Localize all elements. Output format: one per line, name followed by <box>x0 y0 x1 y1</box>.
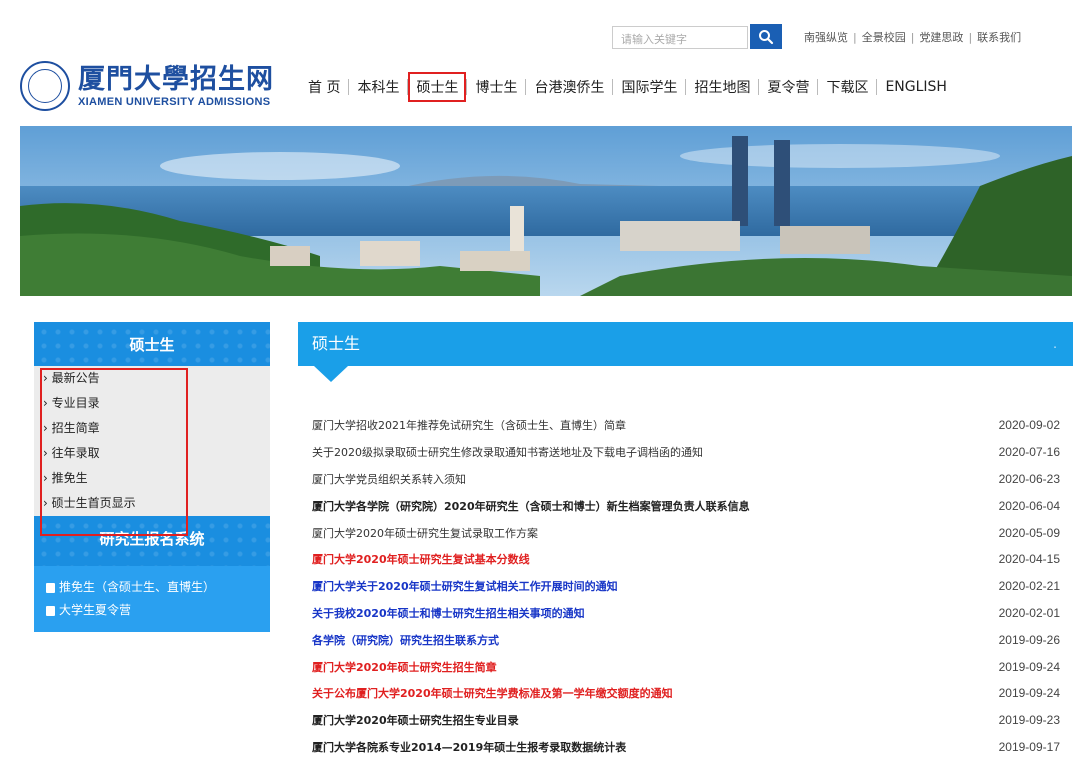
divider: | <box>968 31 973 44</box>
sidebar-menu: › 最新公告 › 专业目录 › 招生简章 › 往年录取 › 推免生 › 硕士生首… <box>34 366 270 536</box>
top-utility-bar: 请输入关键字 南强纵览 | 全景校园 | 党建思政 | 联系我们 <box>0 24 1080 50</box>
news-date: 2019-09-24 <box>998 686 1060 701</box>
news-row[interactable]: 厦门大学招收2021年推荐免试研究生（含硕士生、直博生）简章 2020-09-02 <box>312 412 1060 439</box>
nav-hk-macao-taiwan[interactable]: 台港澳侨生 <box>526 77 612 97</box>
quicklinks: 南强纵览 | 全景校园 | 党建思政 | 联系我们 <box>804 29 1021 45</box>
quicklink-party[interactable]: 党建思政 <box>919 31 963 44</box>
sidebar-title: 硕士生 <box>34 322 270 366</box>
news-date: 2020-09-02 <box>998 418 1060 433</box>
registration-links: 推免生（含硕士生、直博生） 大学生夏令营 <box>34 566 270 632</box>
highlight-box <box>40 368 188 536</box>
divider: | <box>910 31 915 44</box>
news-date: 2019-09-26 <box>998 632 1060 647</box>
news-date: 2020-06-23 <box>998 471 1060 486</box>
nav-international[interactable]: 国际学生 <box>613 77 685 97</box>
news-title-link[interactable]: 厦门大学招收2021年推荐免试研究生（含硕士生、直博生）简章 <box>312 417 626 433</box>
news-title-link[interactable]: 厦门大学各院系专业2014—2019年硕士生报考录取数据统计表 <box>312 739 626 755</box>
news-list: 厦门大学招收2021年推荐免试研究生（含硕士生、直博生）简章 2020-09-02… <box>312 412 1060 760</box>
news-row[interactable]: 厦门大学2020年硕士研究生招生简章 2019-09-24 <box>312 653 1060 680</box>
section-header: 硕士生 . <box>298 322 1073 366</box>
news-title-link[interactable]: 厦门大学2020年硕士研究生招生简章 <box>312 659 497 675</box>
news-date: 2019-09-23 <box>998 713 1060 728</box>
news-title-link[interactable]: 厦门大学2020年硕士研究生复试录取工作方案 <box>312 525 538 541</box>
news-row[interactable]: 厦门大学各院系专业2014—2019年硕士生报考录取数据统计表 2019-09-1… <box>312 734 1060 761</box>
news-date: 2020-05-09 <box>998 525 1060 540</box>
book-icon <box>46 605 55 616</box>
news-date: 2019-09-17 <box>998 739 1060 754</box>
main-nav: 首 页 本科生 硕士生 博士生 台港澳侨生 国际学生 招生地图 夏令营 下载区 … <box>300 70 955 104</box>
news-date: 2020-02-21 <box>998 579 1060 594</box>
news-row[interactable]: 关于2020级拟录取硕士研究生修改录取通知书寄送地址及下载电子调档函的通知 202… <box>312 439 1060 466</box>
quicklink-panorama[interactable]: 全景校园 <box>862 31 906 44</box>
logo-title: 厦門大學招生网 <box>78 63 274 95</box>
news-title-link[interactable]: 厦门大学党员组织关系转入须知 <box>312 471 466 487</box>
news-row[interactable]: 厦门大学党员组织关系转入须知 2020-06-23 <box>312 466 1060 493</box>
university-seal-icon <box>20 61 70 111</box>
link-summer-camp[interactable]: 大学生夏令营 <box>46 599 270 622</box>
search-icon <box>759 29 774 44</box>
site-logo[interactable]: 厦門大學招生网 XIAMEN UNIVERSITY ADMISSIONS <box>20 60 288 112</box>
news-title-link[interactable]: 关于我校2020年硕士和博士研究生招生相关事项的通知 <box>312 605 585 621</box>
search-button[interactable] <box>750 24 782 49</box>
link-recommended-students[interactable]: 推免生（含硕士生、直博生） <box>46 576 270 599</box>
nav-english[interactable]: ENGLISH <box>877 79 955 95</box>
news-date: 2020-02-01 <box>998 605 1060 620</box>
nav-admission-map[interactable]: 招生地图 <box>686 77 758 97</box>
news-title-link[interactable]: 关于2020级拟录取硕士研究生修改录取通知书寄送地址及下载电子调档函的通知 <box>312 444 703 460</box>
news-row[interactable]: 厦门大学2020年硕士研究生复试录取工作方案 2020-05-09 <box>312 519 1060 546</box>
nav-undergraduate[interactable]: 本科生 <box>349 77 407 97</box>
divider: | <box>853 31 857 44</box>
nav-doctoral[interactable]: 博士生 <box>467 77 525 97</box>
news-row[interactable]: 厦门大学2020年硕士研究生招生专业目录 2019-09-23 <box>312 707 1060 734</box>
sidebar: 硕士生 › 最新公告 › 专业目录 › 招生简章 › 往年录取 › 推免生 › … <box>34 322 270 632</box>
news-row[interactable]: 关于我校2020年硕士和博士研究生招生相关事项的通知 2020-02-01 <box>312 600 1060 627</box>
header-dot: . <box>1053 337 1057 351</box>
nav-downloads[interactable]: 下载区 <box>818 77 876 97</box>
nav-summer-camp[interactable]: 夏令营 <box>759 77 817 97</box>
news-title-link[interactable]: 厦门大学2020年硕士研究生复试基本分数线 <box>312 551 530 567</box>
news-row[interactable]: 关于公布厦门大学2020年硕士研究生学费标准及第一学年缴交额度的通知 2019-0… <box>312 680 1060 707</box>
news-date: 2020-04-15 <box>998 552 1060 567</box>
search-input[interactable]: 请输入关键字 <box>612 26 748 49</box>
nav-master[interactable]: 硕士生 <box>408 72 467 102</box>
news-row[interactable]: 厦门大学各学院（研究院）2020年研究生（含硕士和博士）新生档案管理负责人联系信… <box>312 492 1060 519</box>
section-title: 硕士生 <box>312 334 361 353</box>
news-title-link[interactable]: 关于公布厦门大学2020年硕士研究生学费标准及第一学年缴交额度的通知 <box>312 685 673 701</box>
news-row[interactable]: 厦门大学关于2020年硕士研究生复试相关工作开展时间的通知 2020-02-21 <box>312 573 1060 600</box>
news-title-link[interactable]: 厦门大学关于2020年硕士研究生复试相关工作开展时间的通知 <box>312 578 618 594</box>
news-title-link[interactable]: 各学院（研究院）研究生招生联系方式 <box>312 632 499 648</box>
header-pointer <box>314 366 348 382</box>
news-title-link[interactable]: 厦门大学各学院（研究院）2020年研究生（含硕士和博士）新生档案管理负责人联系信… <box>312 498 750 514</box>
news-row[interactable]: 厦门大学2020年硕士研究生复试基本分数线 2020-04-15 <box>312 546 1060 573</box>
logo-subtitle: XIAMEN UNIVERSITY ADMISSIONS <box>78 95 271 108</box>
campus-banner <box>20 126 1072 296</box>
news-date: 2020-06-04 <box>998 498 1060 513</box>
news-row[interactable]: 各学院（研究院）研究生招生联系方式 2019-09-26 <box>312 626 1060 653</box>
book-icon <box>46 582 55 593</box>
news-title-link[interactable]: 厦门大学2020年硕士研究生招生专业目录 <box>312 712 519 728</box>
nav-home[interactable]: 首 页 <box>300 77 348 97</box>
news-date: 2020-07-16 <box>998 445 1060 460</box>
quicklink-contact[interactable]: 联系我们 <box>977 31 1021 44</box>
news-date: 2019-09-24 <box>998 659 1060 674</box>
quicklink-overview[interactable]: 南强纵览 <box>804 31 848 44</box>
